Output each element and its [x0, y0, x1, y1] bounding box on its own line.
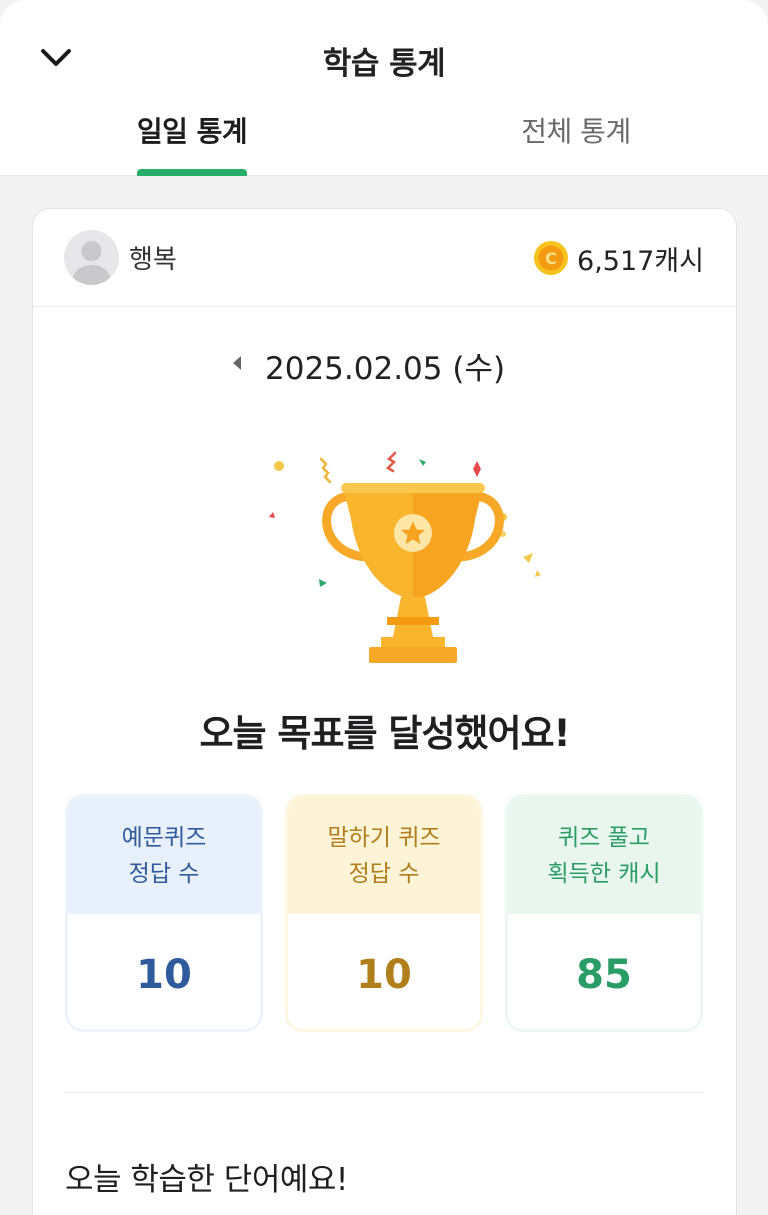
caret-left-icon[interactable]	[230, 353, 246, 373]
page-title: 학습 통계	[322, 46, 446, 82]
stat-label-line2: 정답 수	[128, 860, 200, 887]
goal-achieved-message: 오늘 목표를 달성했어요!	[199, 712, 570, 755]
trophy-illustration	[223, 439, 557, 669]
svg-text:C: C	[545, 249, 557, 268]
stat-value: 85	[508, 914, 700, 1029]
cash-amount: 6,517캐시	[577, 246, 704, 277]
stat-label-line2: 정답 수	[348, 860, 420, 887]
username: 행복	[129, 245, 177, 275]
stat-value: 10	[68, 914, 260, 1029]
section-divider	[65, 1092, 704, 1093]
stat-label-line1: 예문퀴즈	[121, 824, 207, 851]
tab-daily-stats[interactable]: 일일 통계	[72, 110, 312, 150]
top-header: 학습 통계 일일 통계 전체 통계	[0, 0, 768, 176]
avatar	[64, 230, 119, 285]
stat-sentence-quiz: 예문퀴즈 정답 수 10	[65, 794, 263, 1032]
current-date: 2025.02.05 (수)	[265, 351, 506, 387]
stat-label-line1: 퀴즈 풀고	[558, 824, 650, 851]
tab-total-stats[interactable]: 전체 통계	[456, 110, 696, 150]
stat-earned-cash: 퀴즈 풀고 획득한 캐시 85	[505, 794, 703, 1032]
coin-icon: C	[533, 240, 569, 276]
date-selector: 2025.02.05 (수)	[33, 343, 736, 387]
words-section-title: 오늘 학습한 단어예요!	[65, 1162, 348, 1198]
profile-row: 행복 C 6,517캐시	[33, 209, 736, 307]
stat-speaking-quiz: 말하기 퀴즈 정답 수 10	[285, 794, 483, 1032]
daily-stats-card: 행복 C 6,517캐시 2025.02.05 (수) 오늘 목표를 달성했어요…	[32, 208, 737, 1215]
active-tab-indicator	[137, 169, 247, 176]
stat-label-line2: 획득한 캐시	[547, 860, 661, 887]
stat-value: 10	[288, 914, 480, 1029]
stat-label-line1: 말하기 퀴즈	[327, 824, 441, 851]
